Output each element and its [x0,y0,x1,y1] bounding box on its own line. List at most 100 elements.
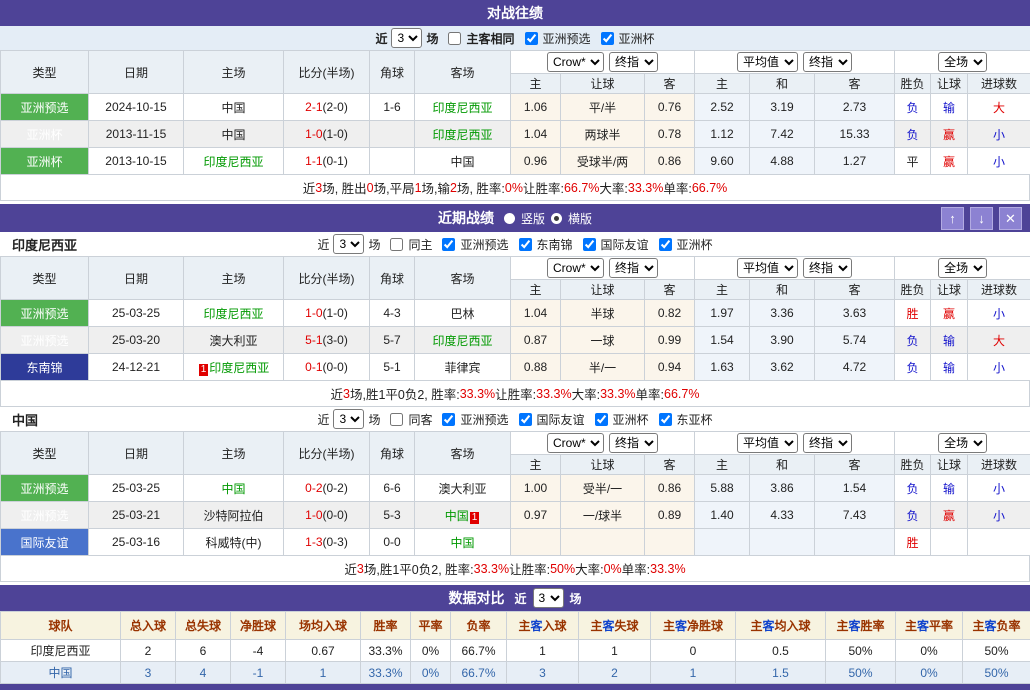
corner-cell: 0-0 [370,529,415,556]
corner-cell [370,121,415,148]
away-team-link[interactable]: 中国 [450,536,474,550]
same-homeaway-checkbox[interactable] [448,32,461,45]
odds-home: 1.06 [511,94,561,121]
asia-cup-checkbox[interactable] [601,32,614,45]
away-team-link[interactable]: 中国 [445,509,469,523]
china-count-select[interactable]: 3 [333,409,364,429]
avg-time-select[interactable]: 终指 [803,52,852,72]
away-team-cell: 印度尼西亚 [415,121,511,148]
indo-opt2-checkbox[interactable] [519,238,532,251]
h2h-row-2: 亚洲杯 2013-11-15 中国 1-0(1-0) 印度尼西亚 1.04 两球… [1,121,1030,148]
asia-qualifier-label: 亚洲预选 [543,30,591,47]
away-team-link[interactable]: 印度尼西亚 [432,101,492,115]
score-cell: 2-1(2-0) [284,94,370,121]
indo-opt3-checkbox[interactable] [583,238,596,251]
h2h-count-select[interactable]: 3 [391,28,422,48]
avg-away: 2.73 [815,94,895,121]
corner-cell: 4-3 [370,300,415,327]
vertical-label: 竖版 [521,210,545,227]
same-homeaway-label: 主客相同 [466,30,514,47]
home-team-link[interactable]: 沙特阿拉伯 [203,509,263,523]
team-name-cell[interactable]: 印度尼西亚 [1,640,121,662]
compare-title: 数据对比 [448,588,504,608]
away-team-link[interactable]: 巴林 [450,307,474,321]
china-opt3-checkbox[interactable] [595,413,608,426]
compare-header-row: 球队 总入球 总失球 净胜球 场均入球 胜率 平率 负率 主客入球 主客失球 主… [1,612,1030,640]
competition-cell: 亚洲预选 [1,502,89,529]
date-cell: 24-12-21 [89,354,184,381]
result-goals: 小 [968,148,1030,175]
china-opt4-checkbox[interactable] [659,413,672,426]
fulltime-select[interactable]: 全场 [938,433,987,453]
china-header-row-1: 类型 日期 主场 比分(半场) 角球 客场 Crow* 终指 平均值 终指 全场 [1,432,1030,455]
team-name-cell[interactable]: 中国 [1,662,121,684]
recent-section-header: 近期战绩 竖版 横版 ↑ ↓ ✕ [0,204,1030,232]
away-team-cell: 中国 [415,148,511,175]
result-wdl: 负 [895,94,931,121]
home-team-link[interactable]: 印度尼西亚 [203,155,263,169]
china-opt1-checkbox[interactable] [442,413,455,426]
avg-provider-select[interactable]: 平均值 [737,52,798,72]
arrow-up-icon: ↑ [949,211,956,226]
move-down-button[interactable]: ↓ [970,207,993,230]
indonesia-team-label: 印度尼西亚 [12,235,77,254]
avg-provider-select[interactable]: 平均值 [737,258,798,278]
col-corner: 角球 [370,51,415,94]
close-button[interactable]: ✕ [999,207,1022,230]
odds-time-select[interactable]: 终指 [609,258,658,278]
bottom-divider [0,684,1030,690]
away-team-link[interactable]: 印度尼西亚 [432,128,492,142]
avg-home: 1.12 [695,121,750,148]
avg-time-select[interactable]: 终指 [803,258,852,278]
horizontal-radio[interactable] [551,213,562,224]
indonesia-count-select[interactable]: 3 [333,234,364,254]
odds-time-select[interactable]: 终指 [609,433,658,453]
china-row-1: 亚洲预选 25-03-25 中国 0-2(0-2) 6-6 澳大利亚 1.00 … [1,475,1030,502]
home-team-link[interactable]: 中国 [221,128,245,142]
china-opt2-checkbox[interactable] [519,413,532,426]
date-cell: 2013-10-15 [89,148,184,175]
home-team-link[interactable]: 中国 [221,482,245,496]
indonesia-summary: 近3场,胜1平0负2, 胜率:33.3% 让胜率:33.3% 大率:33.3% … [0,381,1030,407]
vertical-radio[interactable] [504,213,515,224]
china-table: 类型 日期 主场 比分(半场) 角球 客场 Crow* 终指 平均值 终指 全场… [0,431,1030,556]
h2h-filter-bar: 近 3 场 主客相同 亚洲预选 亚洲杯 [0,26,1030,50]
asia-qualifier-checkbox[interactable] [525,32,538,45]
home-team-link[interactable]: 中国 [221,101,245,115]
odds-provider-select[interactable]: Crow* [547,258,604,278]
same-away-checkbox[interactable] [390,413,403,426]
odds-away: 0.78 [645,121,695,148]
compare-count-select[interactable]: 3 [533,588,564,608]
h2h-table: 类型 日期 主场 比分(半场) 角球 客场 Crow* 终指 平均值 终指 全场… [0,50,1030,175]
fulltime-select[interactable]: 全场 [938,258,987,278]
date-cell: 25-03-25 [89,475,184,502]
avg-provider-select[interactable]: 平均值 [737,433,798,453]
date-cell: 2013-11-15 [89,121,184,148]
odds-provider-select[interactable]: Crow* [547,52,604,72]
home-team-link[interactable]: 印度尼西亚 [203,307,263,321]
away-team-link[interactable]: 菲律宾 [444,361,480,375]
indo-opt1-checkbox[interactable] [442,238,455,251]
score-cell: 1-0(1-0) [284,121,370,148]
fulltime-select[interactable]: 全场 [938,52,987,72]
away-team-link[interactable]: 中国 [450,155,474,169]
home-team-link[interactable]: 印度尼西亚 [209,361,269,375]
competition-cell: 亚洲预选 [1,300,89,327]
same-home-checkbox[interactable] [390,238,403,251]
odds-provider-select[interactable]: Crow* [547,433,604,453]
home-team-link[interactable]: 澳大利亚 [209,334,257,348]
move-up-button[interactable]: ↑ [941,207,964,230]
indo-opt4-checkbox[interactable] [659,238,672,251]
compare-table: 球队 总入球 总失球 净胜球 场均入球 胜率 平率 负率 主客入球 主客失球 主… [0,611,1030,684]
odds-select-group: Crow* 终指 [511,51,695,74]
away-team-cell: 中国 [415,529,511,556]
away-team-link[interactable]: 澳大利亚 [438,482,486,496]
home-team-link[interactable]: 科威特(中) [206,536,262,550]
avg-time-select[interactable]: 终指 [803,433,852,453]
home-team-cell: 印度尼西亚 [184,300,284,327]
odds-handicap: 平/半 [561,94,645,121]
odds-time-select[interactable]: 终指 [609,52,658,72]
away-team-link[interactable]: 印度尼西亚 [432,334,492,348]
home-team-cell: 印度尼西亚 [184,148,284,175]
corner-cell: 5-1 [370,354,415,381]
